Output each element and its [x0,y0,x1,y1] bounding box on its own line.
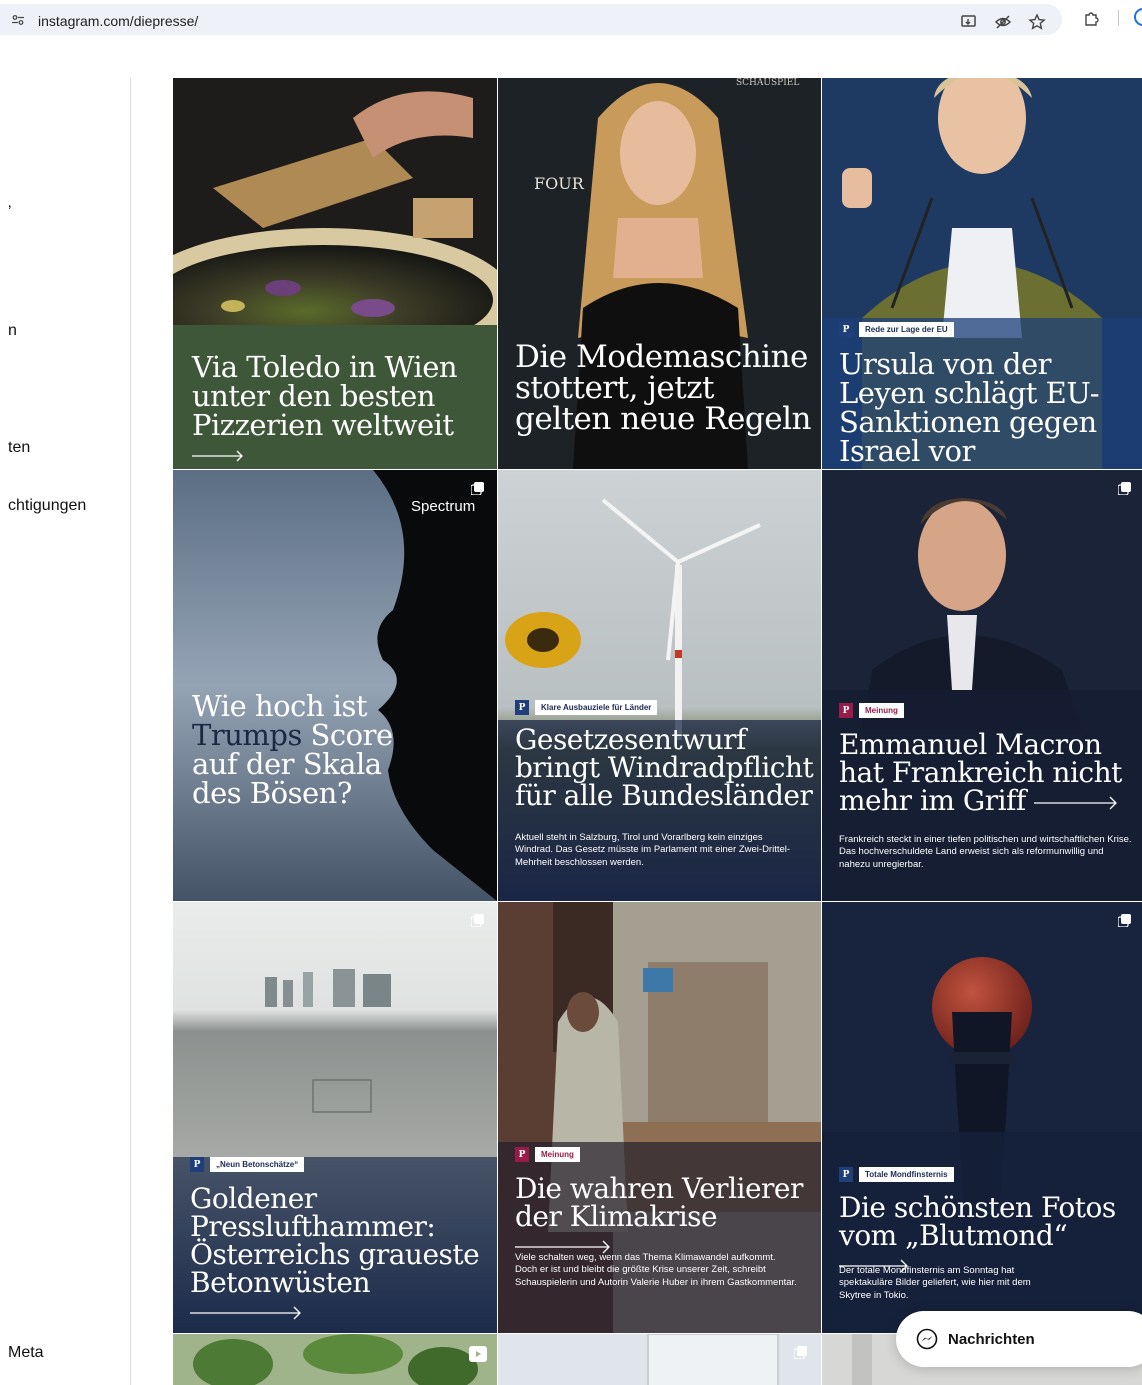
post-tile-betonwuesten[interactable]: P „Neun Betonschätze“ Goldener Pressluft… [173,902,497,1333]
post-title: Emmanuel Macron hat Frankreich nicht meh… [839,731,1139,815]
post-subtitle: Aktuell steht in Salzburg, Tirol und Vor… [515,832,791,868]
post-title: Via Toledo in Wien unter den besten Pizz… [192,353,492,469]
instagram-sidebar: ʼ n ten chtigungen Meta [0,78,131,1385]
arrow-right-icon [1034,796,1118,809]
bookmark-star-icon[interactable] [1028,13,1046,31]
post-title: Ursula von der Leyen schlägt EU-Sanktion… [839,347,1100,468]
extensions-icon[interactable] [1083,9,1101,27]
post-title-text: Goldener Presslufthammer: Österreichs gr… [190,1182,480,1299]
presse-logo-icon: P [515,700,529,715]
badge-text: Meinung [535,1147,580,1162]
install-app-icon[interactable] [960,13,978,31]
post-tile-windrad[interactable]: P Klare Ausbauziele für Länder Gesetzese… [498,470,821,901]
presse-logo-icon: P [839,322,853,337]
post-title-text: Via Toledo in Wien unter den besten Pizz… [192,350,458,442]
post-tile-partial-1[interactable] [173,1334,497,1385]
browser-toolbar: instagram.com/diepresse/ [0,0,1142,40]
post-tile-trump[interactable]: Spectrum Wie hoch ist Trumps Score auf d… [173,470,497,901]
carousel-icon [794,1346,807,1359]
post-image-partial-plants [173,1334,497,1385]
address-bar[interactable]: instagram.com/diepresse/ [0,4,1062,35]
post-badge: P Meinung [515,1147,580,1162]
post-badge: P Klare Ausbauziele für Länder [515,700,658,715]
backdrop-text-four: FOUR [534,174,584,193]
carousel-icon [1118,482,1131,495]
post-tile-pizzeria[interactable]: Via Toledo in Wien unter den besten Pizz… [173,78,497,469]
toolbar-separator [1118,10,1119,26]
badge-text: Totale Mondfinsternis [859,1167,954,1182]
post-badge: P Totale Mondfinsternis [839,1167,954,1182]
post-badge: P Rede zur Lage der EU [839,322,954,337]
post-tile-modemaschine[interactable]: FOUR SCHAUSPIEL Die Modemaschine stotter… [498,78,821,469]
post-title: Gesetzesentwurf bringt Windradpflicht fü… [515,723,814,812]
post-badge: P Meinung [839,703,904,718]
post-title: Die wahren Verlierer der Klimakrise [515,1175,815,1259]
post-image-silhouette [173,470,497,901]
post-image-partial-window [498,1334,821,1385]
sidebar-item-1[interactable]: ʼ [8,204,12,222]
post-tile-von-der-leyen[interactable]: P Rede zur Lage der EU Ursula von der Le… [822,78,1142,469]
post-title: Die Modemaschine stottert, jetzt gelten … [515,339,811,437]
sidebar-item-meta[interactable]: Meta [8,1344,44,1362]
messages-button[interactable]: Nachrichten [896,1311,1142,1367]
post-tile-klimakrise[interactable]: P Meinung Die wahren Verlierer der Klima… [498,902,821,1333]
arrow-right-icon [190,1306,301,1319]
arrow-right-icon [192,450,243,462]
eye-off-icon[interactable] [994,13,1012,31]
presse-logo-icon: P [515,1147,529,1162]
url-text[interactable]: instagram.com/diepresse/ [38,13,198,29]
badge-text: „Neun Betonschätze“ [210,1157,305,1172]
spectrum-brand: Spectrum [411,498,476,515]
presse-logo-icon: P [839,1167,853,1182]
post-badge: P „Neun Betonschätze“ [190,1157,305,1172]
post-tile-blutmond[interactable]: P Totale Mondfinsternis Die schönsten Fo… [822,902,1142,1333]
post-tile-macron[interactable]: P Meinung Emmanuel Macron hat Frankreich… [822,470,1142,901]
post-title: Goldener Presslufthammer: Österreichs gr… [190,1185,490,1325]
post-title-text: Die wahren Verlierer der Klimakrise [515,1172,803,1233]
post-subtitle: Viele schalten weg, wenn das Thema Klima… [515,1252,797,1288]
post-title-text: Die schönsten Fotos vom „Blutmond“ [839,1191,1116,1252]
badge-text: Meinung [859,703,904,718]
post-title: Wie hoch ist Trumps Score auf der Skala … [192,692,432,808]
carousel-icon [1118,914,1131,927]
sidebar-item-notifications[interactable]: chtigungen [8,497,86,515]
messages-label: Nachrichten [948,1330,1035,1348]
messenger-icon [916,1328,938,1350]
post-tile-partial-2[interactable] [498,1334,821,1385]
badge-text: Klare Ausbauziele für Länder [535,700,658,715]
backdrop-text-schauspiel: SCHAUSPIEL [736,78,800,88]
profile-icon[interactable] [1134,8,1142,26]
badge-text: Rede zur Lage der EU [859,322,954,337]
presse-logo-icon: P [839,703,853,718]
carousel-icon [471,914,484,927]
reel-icon [469,1346,487,1362]
post-subtitle: Der totale Mondfinsternis am Sonntag hat… [839,1265,1031,1301]
sidebar-item-2[interactable]: n [8,322,17,340]
post-subtitle: Frankreich steckt in einer tiefen politi… [839,834,1132,870]
presse-logo-icon: P [190,1157,204,1172]
posts-grid: Via Toledo in Wien unter den besten Pizz… [173,78,1142,1385]
carousel-icon [471,482,484,495]
site-settings-icon[interactable] [12,15,24,25]
sidebar-item-3[interactable]: ten [8,439,30,457]
